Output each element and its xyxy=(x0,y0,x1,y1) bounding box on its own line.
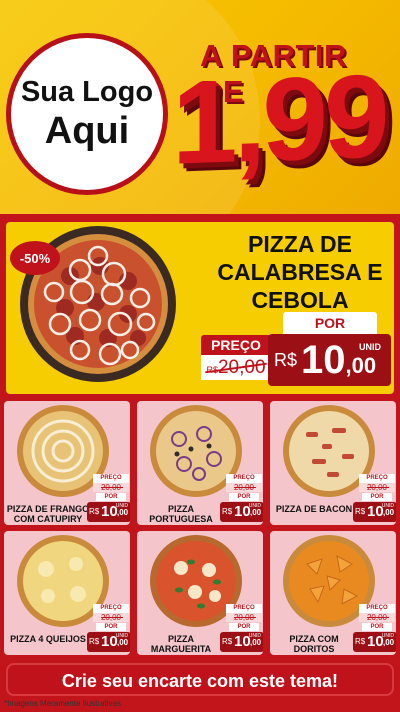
discount-badge: -50% xyxy=(10,241,60,275)
product-card[interactable]: PIZZA DE FRANGO COM CATUPIRY PREÇO 20,00… xyxy=(4,401,130,525)
price-currency: R$ xyxy=(89,507,100,516)
featured-old-price: R$20,00 xyxy=(201,355,271,380)
price-currency: R$ xyxy=(355,507,366,516)
product-card[interactable]: PIZZA PORTUGUESA PREÇO 20,00 POR R$ 10 ,… xyxy=(137,401,263,525)
featured-new-price: R$ 10 ,00 UNID xyxy=(268,334,391,386)
price-decimal: ,00 xyxy=(250,508,262,517)
strike-line xyxy=(101,617,123,618)
old-price: 20,00 xyxy=(359,613,395,622)
price-decimal: ,00 xyxy=(117,638,129,647)
old-price: 20,00 xyxy=(93,613,129,622)
price-currency: R$ xyxy=(89,637,100,646)
old-price: 20,00 xyxy=(93,483,129,492)
logo-placeholder: Sua Logo Aqui xyxy=(6,33,168,195)
price-currency: R$ xyxy=(274,349,298,370)
new-price: R$ 10 ,00 UNID xyxy=(220,502,263,522)
new-price: R$ 10 ,00 UNID xyxy=(87,632,130,652)
product-card[interactable]: PIZZA 4 QUEIJOS PREÇO 20,00 POR R$ 10 ,0… xyxy=(4,531,130,655)
product-card[interactable]: PIZZA DE BACON PREÇO 20,00 POR R$ 10 ,00… xyxy=(270,401,396,525)
price-currency: R$ xyxy=(222,637,233,646)
product-card[interactable]: PIZZA COM DORITOS PREÇO 20,00 POR R$ 10 … xyxy=(270,531,396,655)
price-decimal: ,00 xyxy=(383,508,395,517)
por-label: POR xyxy=(96,493,126,501)
product-name: PIZZA PORTUGUESA xyxy=(149,504,213,524)
featured-por-label: POR xyxy=(283,312,377,334)
preco-label: PREÇO xyxy=(359,474,395,483)
old-price: 20,00 xyxy=(226,483,262,492)
logo-line-2: Aqui xyxy=(44,110,130,152)
por-label: POR xyxy=(362,493,392,501)
featured-preco-label: PREÇO xyxy=(201,335,271,355)
price-decimal: ,00 xyxy=(345,353,377,378)
old-price: 20,00 xyxy=(226,613,262,622)
create-flyer-button[interactable]: Crie seu encarte com este tema! xyxy=(6,663,394,696)
strike-line xyxy=(234,617,256,618)
preco-label: PREÇO xyxy=(226,474,262,483)
price-unit: UNID xyxy=(248,503,261,509)
price-unit: UNID xyxy=(248,633,261,639)
featured-title: PIZZA DE CALABRESA E CEBOLA xyxy=(217,231,383,313)
price-currency: R$ xyxy=(355,637,366,646)
preco-label: PREÇO xyxy=(93,474,129,483)
preco-label: PREÇO xyxy=(93,604,129,613)
product-name: PIZZA DE BACON xyxy=(275,504,353,514)
price-unit: UNID xyxy=(381,503,394,509)
strike-line xyxy=(367,617,389,618)
price-decimal: ,00 xyxy=(383,638,395,647)
strike-line xyxy=(234,487,256,488)
preco-label: PREÇO xyxy=(359,604,395,613)
promo-price: 1,99 xyxy=(172,50,386,190)
price-unit: UNID xyxy=(359,342,381,352)
strike-line xyxy=(101,487,123,488)
old-price: 20,00 xyxy=(359,483,395,492)
price-unit: UNID xyxy=(115,633,128,639)
new-price: R$ 10 ,00 UNID xyxy=(87,502,130,522)
por-label: POR xyxy=(96,623,126,631)
footnote: *Imagens Meramente Ilustrativas xyxy=(4,699,121,708)
new-price: R$ 10 ,00 UNID xyxy=(220,632,263,652)
por-label: POR xyxy=(362,623,392,631)
product-card[interactable]: PIZZA MARGUERITA PREÇO 20,00 POR R$ 10 ,… xyxy=(137,531,263,655)
price-currency: R$ xyxy=(222,507,233,516)
price-decimal: ,00 xyxy=(250,638,262,647)
product-name: PIZZA COM DORITOS xyxy=(289,634,339,654)
new-price: R$ 10 ,00 UNID xyxy=(353,502,396,522)
por-label: POR xyxy=(229,493,259,501)
por-label: POR xyxy=(229,623,259,631)
price-integer: 10 xyxy=(301,337,346,382)
product-name: PIZZA 4 QUEIJOS xyxy=(10,634,86,644)
logo-line-1: Sua Logo xyxy=(20,76,154,108)
price-unit: UNID xyxy=(115,503,128,509)
strike-line xyxy=(367,487,389,488)
product-name: PIZZA MARGUERITA xyxy=(150,634,212,654)
new-price: R$ 10 ,00 UNID xyxy=(353,632,396,652)
price-decimal: ,00 xyxy=(117,508,129,517)
price-unit: UNID xyxy=(381,633,394,639)
preco-label: PREÇO xyxy=(226,604,262,613)
product-name: PIZZA DE FRANGO COM CATUPIRY xyxy=(6,504,90,524)
